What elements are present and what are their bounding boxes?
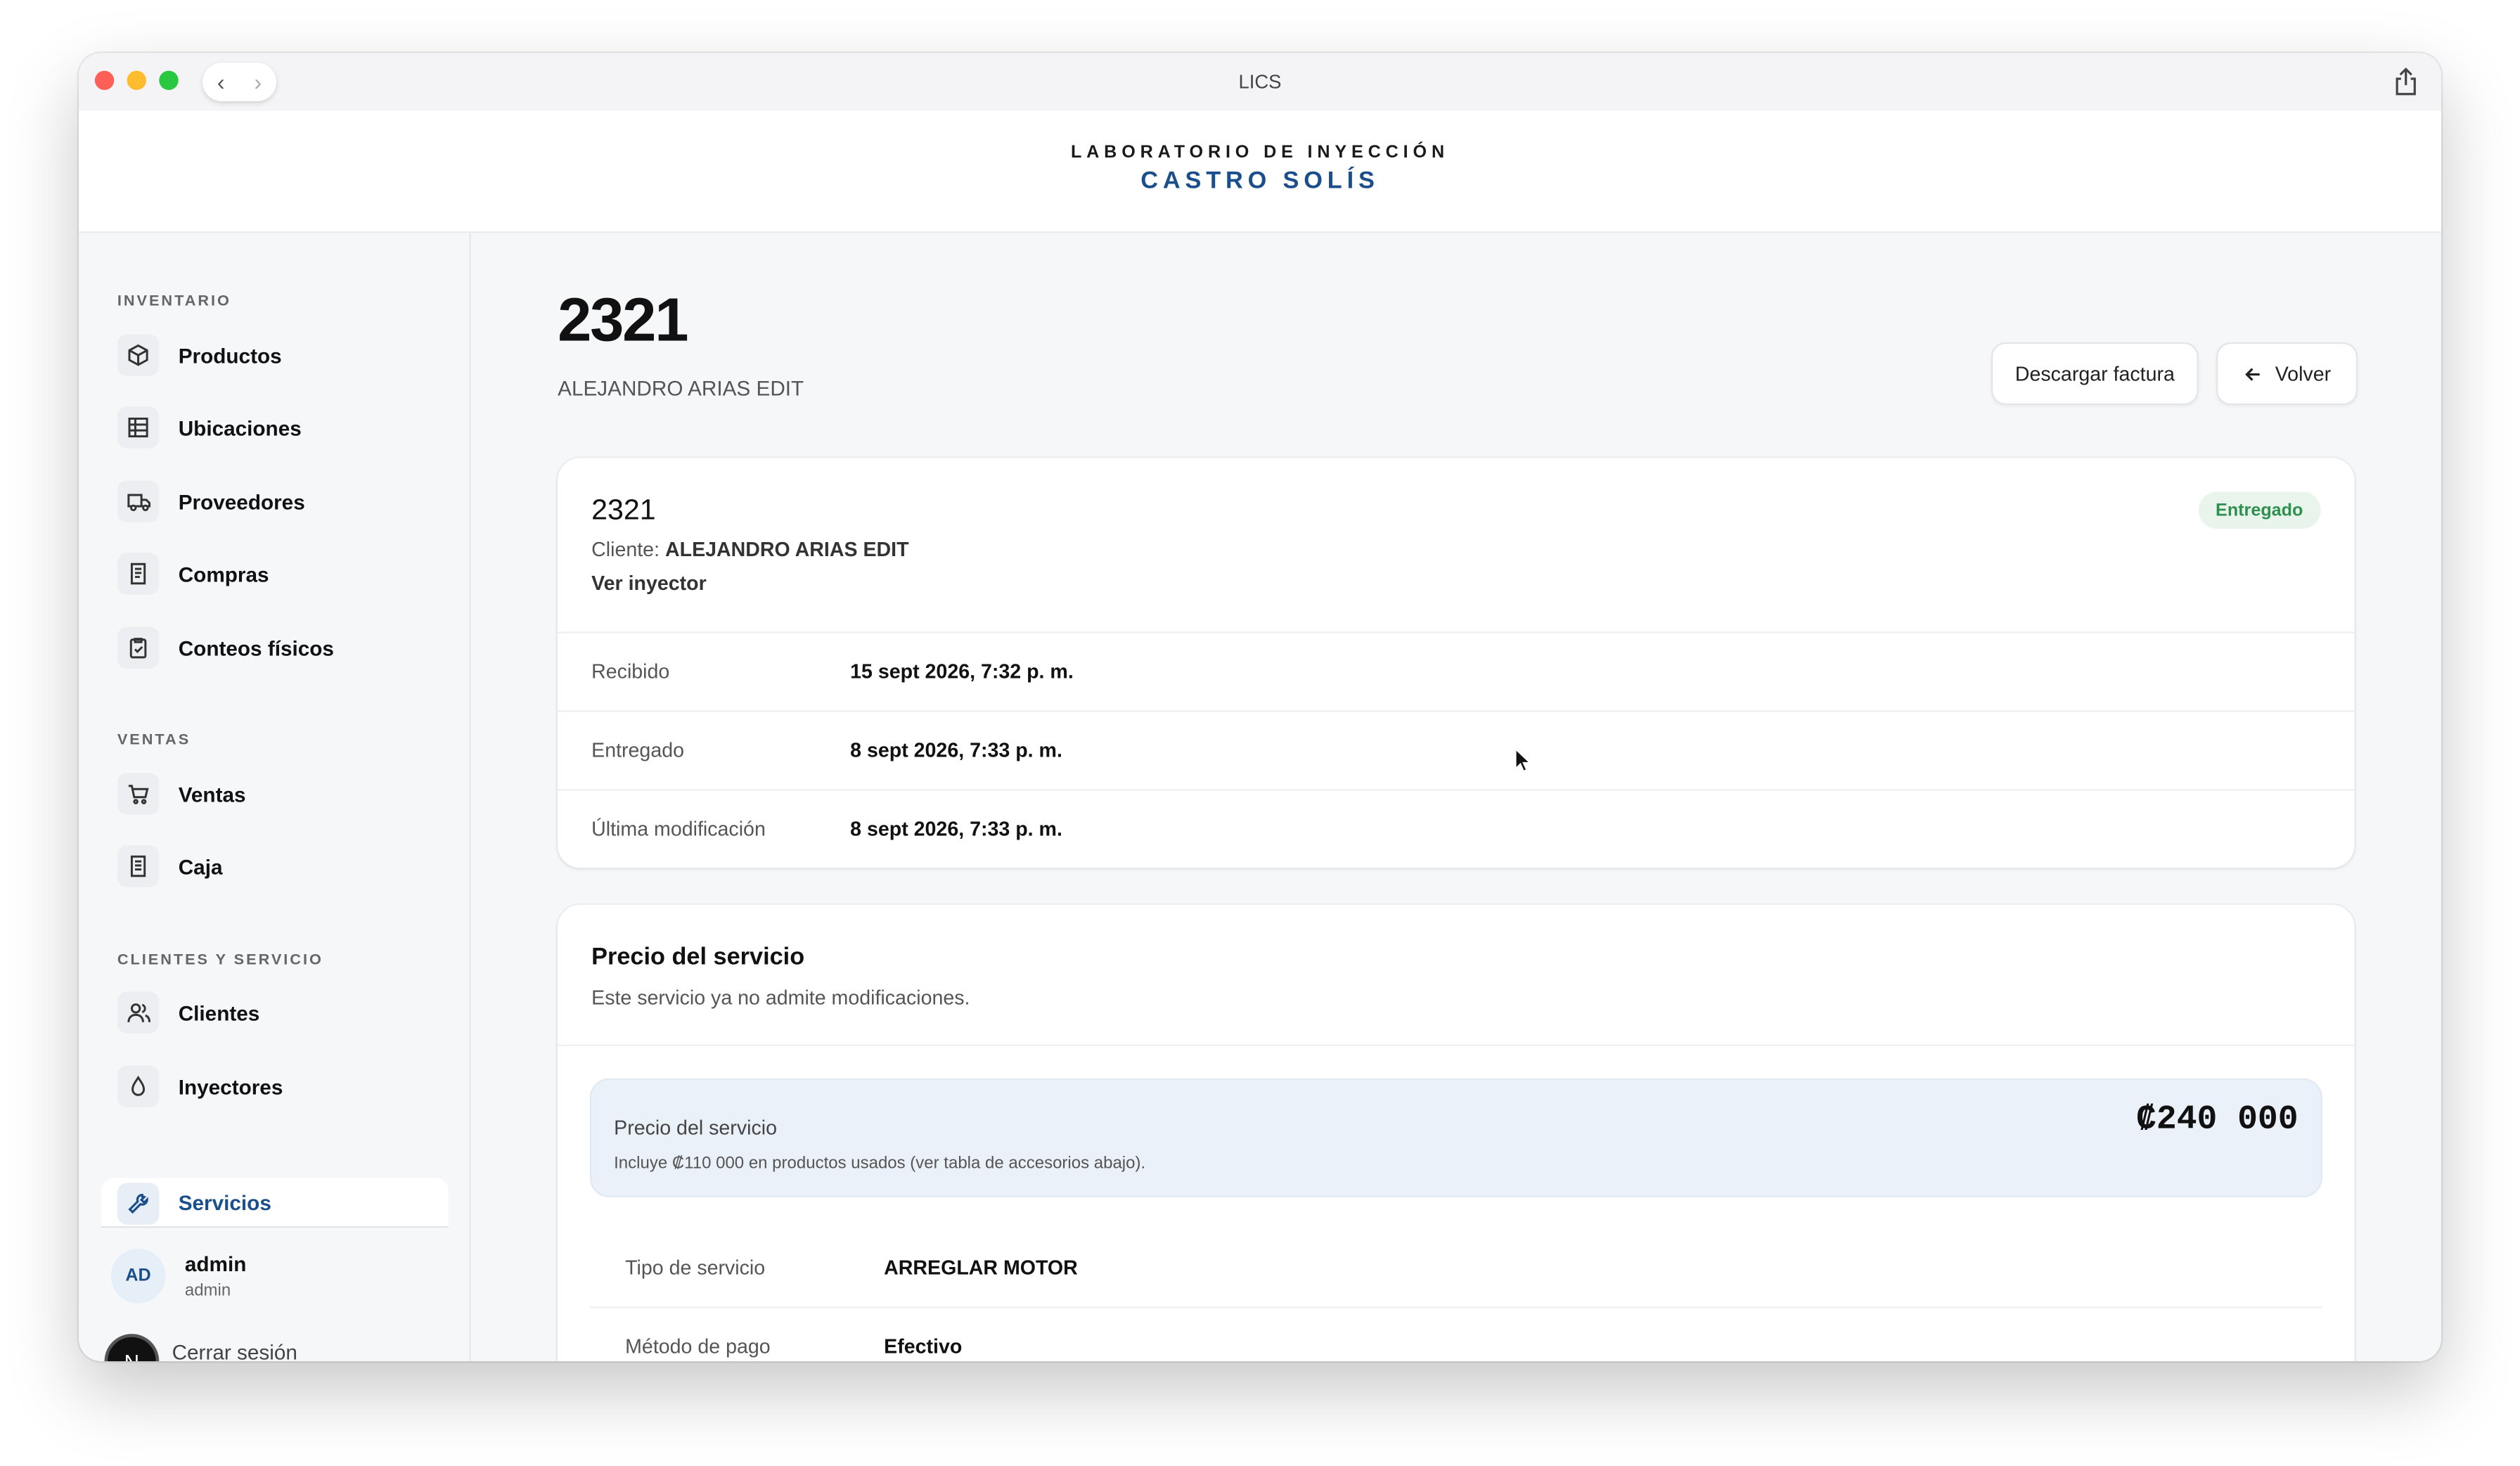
price-box-sub: Incluye ₡110 000 en productos usados (ve… xyxy=(614,1154,1146,1174)
detail-row: Entregado 8 sept 2026, 7:33 p. m. xyxy=(558,710,2355,789)
receipt-icon xyxy=(117,553,160,595)
sidebar-item-conteos-fisicos[interactable]: Conteos físicos xyxy=(101,619,449,676)
back-button-label: Volver xyxy=(2275,362,2332,385)
sidebar-item-ventas[interactable]: Ventas xyxy=(101,765,449,823)
sidebar-item-label: Conteos físicos xyxy=(178,635,334,660)
row-value: 8 sept 2026, 7:33 p. m. xyxy=(850,739,1062,762)
row-value: Efectivo xyxy=(884,1335,963,1358)
wrench-icon xyxy=(117,1183,160,1225)
divider xyxy=(101,1226,449,1228)
divider xyxy=(589,1306,2322,1309)
mouse-cursor-icon xyxy=(1515,747,1532,773)
sidebar-item-productos[interactable]: Productos xyxy=(101,326,449,384)
page-subtitle: ALEJANDRO ARIAS EDIT xyxy=(558,375,804,401)
sidebar-item-servicios[interactable]: Servicios xyxy=(101,1178,449,1226)
user-profile[interactable]: AD admin admin xyxy=(110,1248,247,1304)
arrow-left-icon xyxy=(2244,367,2259,380)
price-card-note: Este servicio ya no admite modificacione… xyxy=(591,986,970,1010)
droplet-icon xyxy=(117,1065,160,1107)
sidebar-item-label: Inyectores xyxy=(178,1074,283,1099)
box-icon xyxy=(117,334,160,376)
row-label: Método de pago xyxy=(625,1335,771,1358)
section-title-inventario: INVENTARIO xyxy=(117,292,231,311)
main-content: 2321 ALEJANDRO ARIAS EDIT Descargar fact… xyxy=(472,233,2441,1361)
service-detail-card: 2321 Cliente: ALEJANDRO ARIAS EDIT Ver i… xyxy=(558,458,2355,868)
row-label: Entregado xyxy=(591,739,684,762)
view-injector-link[interactable]: Ver inyector xyxy=(591,572,707,595)
service-price-card: Precio del servicio Este servicio ya no … xyxy=(558,904,2355,1361)
logout-button[interactable]: Cerrar sesión xyxy=(172,1340,297,1361)
section-title-ventas: VENTAS xyxy=(117,731,191,750)
sidebar-item-label: Productos xyxy=(178,342,282,368)
row-value: 15 sept 2026, 7:32 p. m. xyxy=(850,660,1074,683)
sidebar-item-label: Caja xyxy=(178,854,223,879)
section-title-clientes-servicio: CLIENTES Y SERVICIO xyxy=(117,951,323,970)
client-name: ALEJANDRO ARIAS EDIT xyxy=(664,538,909,561)
sidebar-item-ubicaciones[interactable]: Ubicaciones xyxy=(101,399,449,456)
brand-line-2: CASTRO SOLÍS xyxy=(1140,167,1380,195)
sidebar-item-label: Compras xyxy=(178,561,269,586)
sidebar-item-clientes[interactable]: Clientes xyxy=(101,984,449,1041)
window-title: LICS xyxy=(1238,70,1282,94)
row-label: Última modificación xyxy=(591,818,766,841)
register-icon xyxy=(117,845,160,887)
sidebar-item-proveedores[interactable]: Proveedores xyxy=(101,472,449,530)
grid-icon xyxy=(117,406,160,449)
user-role: admin xyxy=(184,1280,231,1301)
divider xyxy=(558,1044,2355,1046)
sidebar-item-compras[interactable]: Compras xyxy=(101,545,449,603)
sidebar-item-inyectores[interactable]: Inyectores xyxy=(101,1057,449,1115)
sidebar-item-label: Servicios xyxy=(178,1190,271,1215)
client-line: Cliente: ALEJANDRO ARIAS EDIT xyxy=(591,539,908,561)
brand-header: LABORATORIO DE INYECCIÓN CASTRO SOLÍS xyxy=(78,110,2441,233)
row-value: 8 sept 2026, 7:33 p. m. xyxy=(850,818,1062,841)
back-button[interactable]: Volver xyxy=(2216,342,2358,405)
share-icon[interactable] xyxy=(2393,67,2419,96)
status-badge: Entregado xyxy=(2197,491,2321,529)
row-value: ARREGLAR MOTOR xyxy=(884,1256,1078,1280)
sidebar-item-label: Clientes xyxy=(178,1000,260,1025)
price-summary-box: Precio del servicio Incluye ₡110 000 en … xyxy=(589,1078,2322,1197)
title-bar: ‹ › LICS xyxy=(78,53,2441,111)
detail-row: Última modificación 8 sept 2026, 7:33 p.… xyxy=(558,789,2355,868)
clipboard-check-icon xyxy=(117,626,160,669)
avatar: AD xyxy=(110,1248,166,1304)
sidebar-item-label: Ventas xyxy=(178,781,246,806)
client-prefix: Cliente: xyxy=(591,538,660,561)
truck-icon xyxy=(117,480,160,522)
price-box-label: Precio del servicio xyxy=(614,1117,777,1140)
detail-row: Recibido 15 sept 2026, 7:32 p. m. xyxy=(558,631,2355,710)
sidebar-item-caja[interactable]: Caja xyxy=(101,837,449,895)
price-amount: ₡240 000 xyxy=(2136,1102,2299,1140)
service-id: 2321 xyxy=(591,493,656,526)
app-window: ‹ › LICS LABORATORIO DE INYECCIÓN CASTRO… xyxy=(78,53,2441,1361)
sidebar-item-label: Ubicaciones xyxy=(178,415,302,440)
page-title: 2321 xyxy=(558,288,688,356)
sidebar: INVENTARIO Productos Ubicaciones Proveed… xyxy=(78,233,471,1361)
sidebar-item-label: Proveedores xyxy=(178,489,305,514)
cart-icon xyxy=(117,773,160,815)
price-card-title: Precio del servicio xyxy=(591,943,805,971)
row-label: Tipo de servicio xyxy=(625,1256,766,1280)
app-badge[interactable]: N xyxy=(104,1334,160,1361)
row-label: Recibido xyxy=(591,660,670,683)
user-name: admin xyxy=(184,1252,247,1276)
users-icon xyxy=(117,991,160,1034)
download-invoice-button[interactable]: Descargar factura xyxy=(1991,342,2199,405)
brand-line-1: LABORATORIO DE INYECCIÓN xyxy=(1070,143,1449,162)
